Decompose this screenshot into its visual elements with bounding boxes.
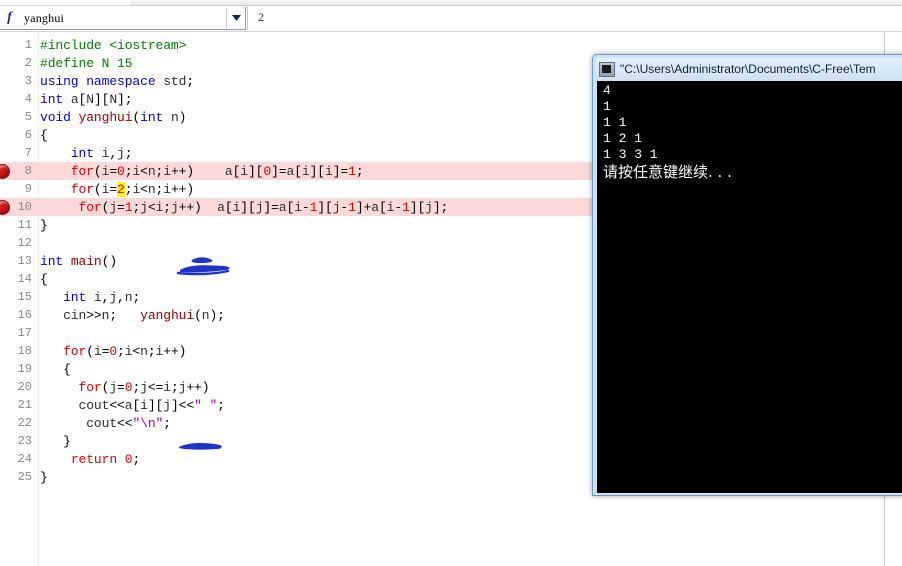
- line-indicator: 2: [258, 10, 264, 24]
- line-number: 22: [17, 416, 32, 430]
- line-number: 4: [24, 92, 32, 106]
- console-output-line: 1 3 3 1: [603, 147, 658, 162]
- line-number: 15: [17, 290, 32, 304]
- line-number: 3: [24, 74, 32, 88]
- line-number: 16: [17, 308, 32, 322]
- search-match: 2: [117, 181, 125, 197]
- console-output-line: 1 1: [603, 115, 627, 130]
- line-number: 11: [17, 218, 32, 232]
- line-number: 5: [24, 110, 32, 124]
- console-output: 411 11 2 11 3 3 1 请按任意键继续. . .: [597, 81, 902, 493]
- console-output-line: 请按任意键继续. . .: [603, 163, 732, 181]
- code-line[interactable]: 1 #include <iostream>: [0, 36, 902, 54]
- line-number: 17: [17, 326, 32, 340]
- chevron-down-icon[interactable]: [226, 7, 245, 29]
- window-top-strip: [0, 0, 902, 7]
- function-selector-value: yanghui: [24, 10, 65, 25]
- combo-separator: [247, 7, 248, 30]
- function-selector-combobox[interactable]: f yanghui: [0, 7, 246, 30]
- line-source: #include <iostream>: [40, 37, 187, 53]
- line-number: 9: [24, 182, 32, 196]
- top-strip-left: [0, 0, 130, 6]
- line-number: 2: [24, 56, 32, 70]
- line-number: 7: [24, 146, 32, 160]
- console-output-line: 4: [603, 83, 611, 98]
- function-icon: f: [7, 10, 12, 25]
- line-number: 13: [17, 254, 32, 268]
- console-window-icon: [599, 61, 615, 77]
- line-number: 20: [17, 380, 32, 394]
- line-number: 24: [17, 452, 32, 466]
- line-number: 12: [17, 236, 32, 250]
- line-number: 1: [24, 38, 32, 52]
- line-number: 6: [24, 128, 32, 142]
- line-number: 19: [17, 362, 32, 376]
- function-navigation-bar: f yanghui 2: [0, 7, 902, 32]
- console-title-text: "C:\Users\Administrator\Documents\C-Free…: [620, 62, 876, 76]
- line-number: 25: [17, 470, 32, 484]
- line-number: 21: [17, 398, 32, 412]
- line-number: 18: [17, 344, 32, 358]
- console-titlebar[interactable]: "C:\Users\Administrator\Documents\C-Free…: [596, 58, 902, 80]
- line-number: 14: [17, 272, 32, 286]
- line-number: 23: [17, 434, 32, 448]
- console-output-line: 1: [603, 99, 611, 114]
- top-strip-tabstrip: [130, 0, 902, 6]
- console-output-line: 1 2 1: [603, 131, 643, 146]
- console-window[interactable]: "C:\Users\Administrator\Documents\C-Free…: [592, 54, 902, 496]
